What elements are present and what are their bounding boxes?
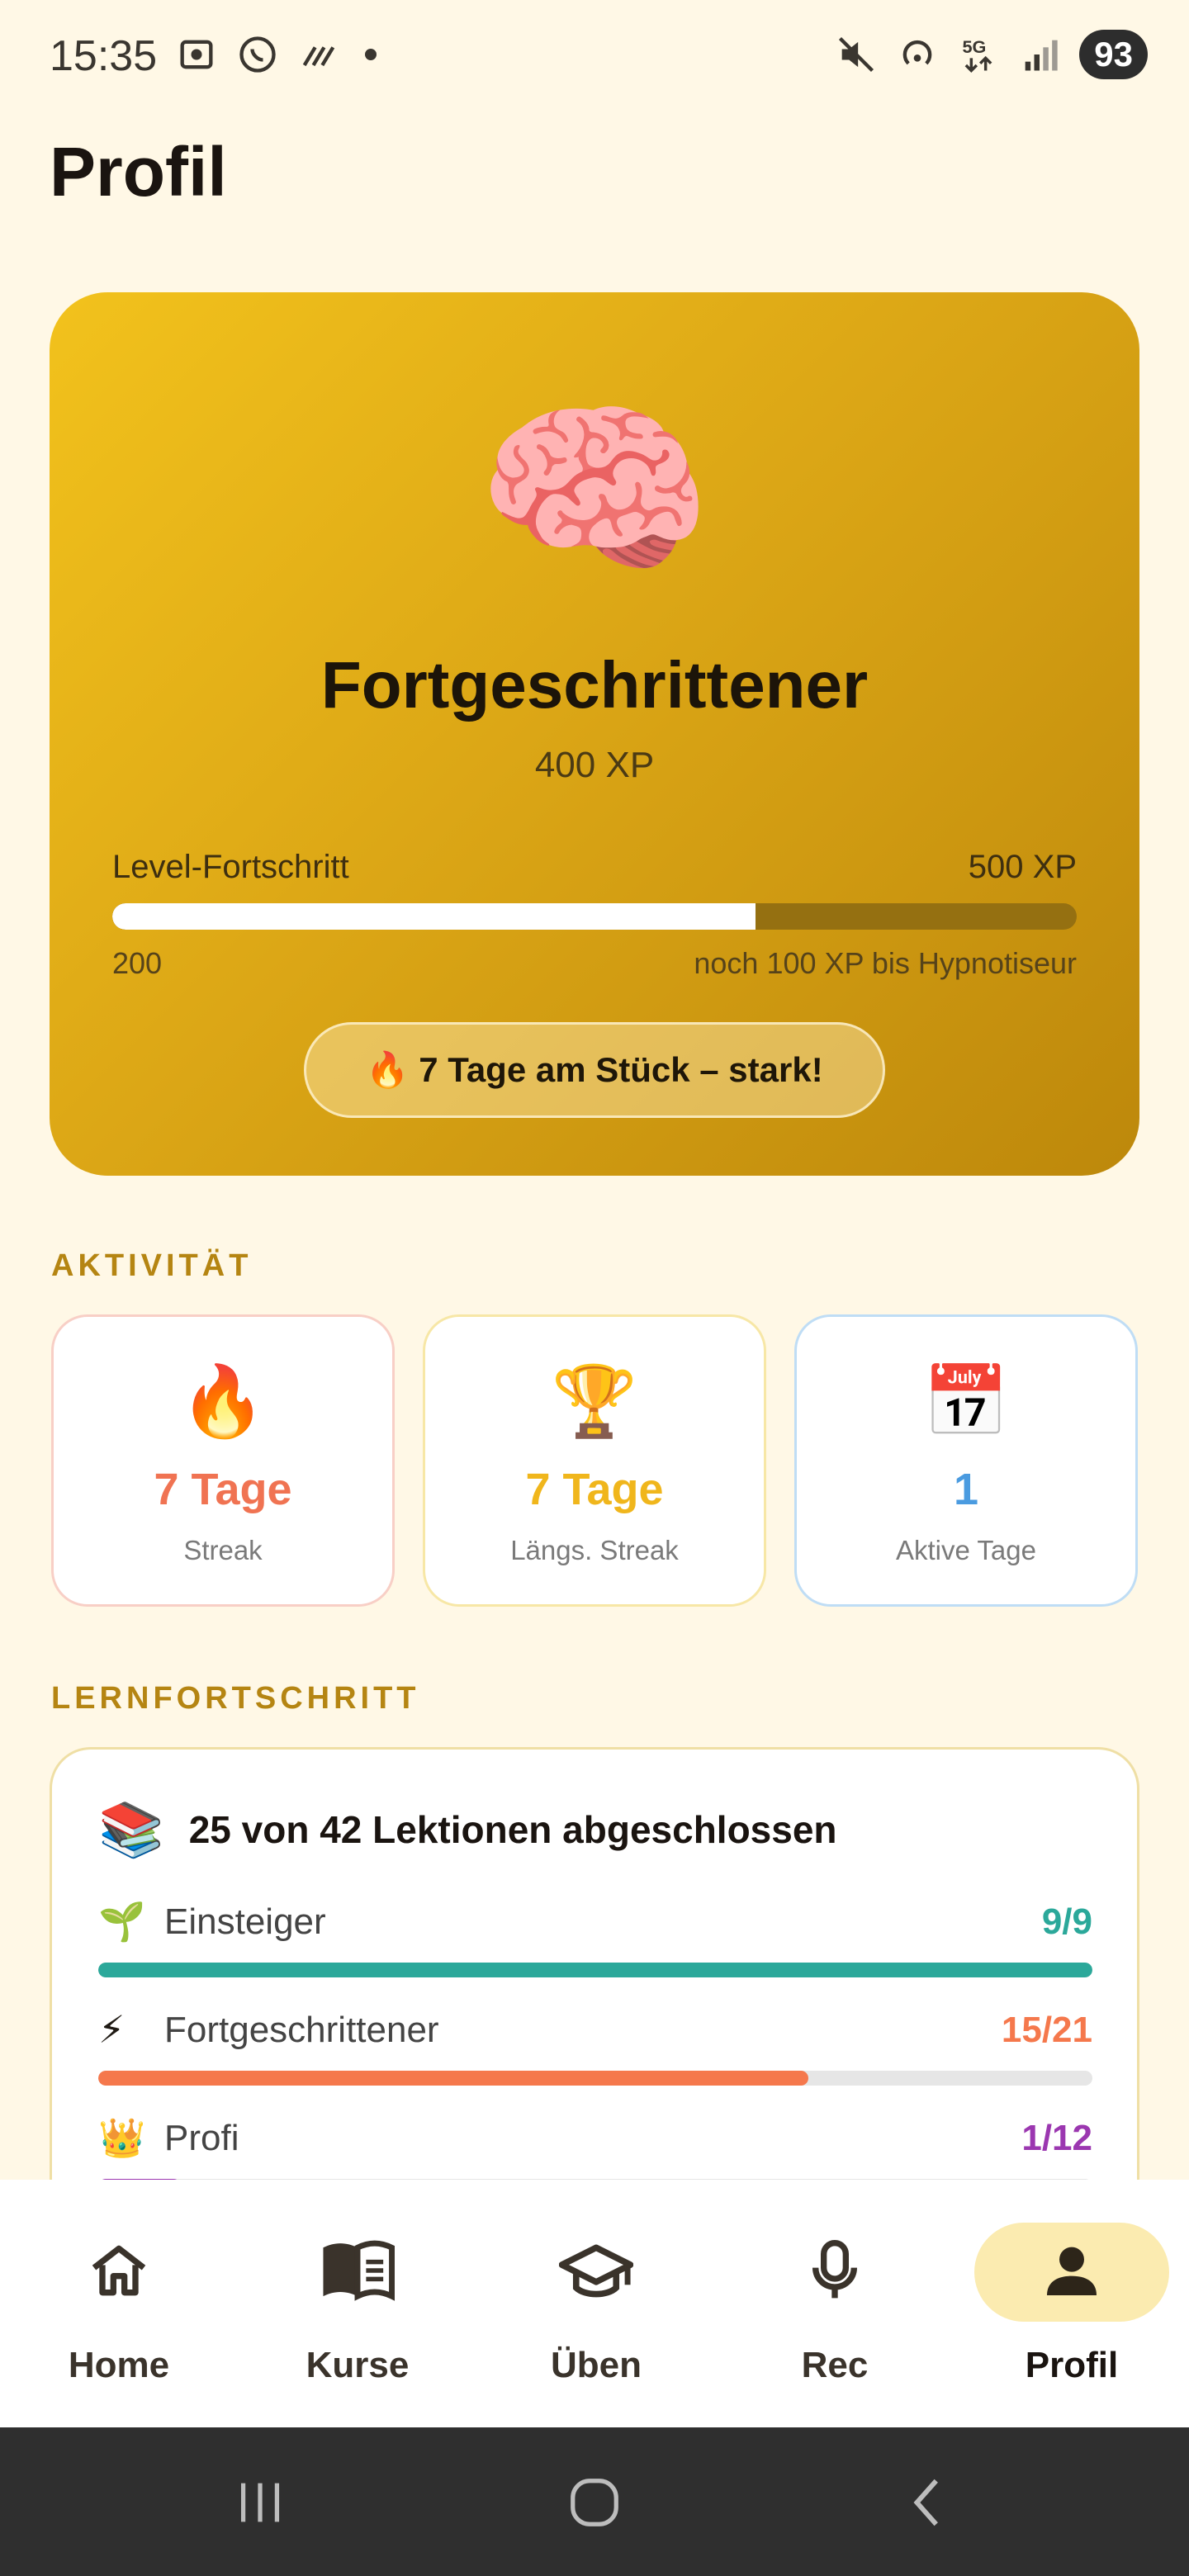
battery-indicator: 93	[1079, 30, 1148, 79]
nav-kurse[interactable]: Kurse	[258, 2221, 457, 2386]
status-bar: 15:35 5G 93	[0, 0, 1189, 116]
level-progress-remaining: noch 100 XP bis Hypnotiseur	[694, 946, 1077, 980]
longest-streak-label: Längs. Streak	[510, 1535, 679, 1565]
xp-total: 400 XP	[534, 745, 655, 785]
recents-icon[interactable]	[231, 2474, 289, 2531]
lightning-icon: ⚡	[98, 2008, 126, 2051]
course-name: Fortgeschrittener	[164, 2010, 439, 2050]
active-days-value: 1	[953, 1465, 979, 1514]
course-progress-bar	[98, 2071, 1092, 2086]
course-progress-bar	[98, 1963, 1092, 1977]
longest-streak-card: 🏆 7 Tage Längs. Streak	[423, 1314, 766, 1607]
crown-icon: 👑	[98, 2116, 146, 2159]
calendar-icon: 📅	[922, 1362, 1010, 1440]
page-title: Profil	[50, 133, 227, 211]
nav-profil[interactable]: Profil	[973, 2221, 1171, 2386]
course-count: 9/9	[1041, 1901, 1092, 1942]
course-count: 15/21	[1001, 2010, 1092, 2050]
activity-section-title: AKTIVITÄT	[51, 1248, 253, 1283]
streak-card: 🔥 7 Tage Streak	[51, 1314, 395, 1607]
microphone-icon	[812, 2240, 857, 2299]
active-days-label: Aktive Tage	[896, 1535, 1036, 1565]
status-right-icons: 5G 93	[835, 30, 1148, 79]
signal-slash-icon	[302, 46, 335, 67]
streak-badge: 🔥 7 Tage am Stück – stark!	[304, 1022, 885, 1118]
fire-icon: 🔥	[179, 1362, 267, 1440]
mute-icon	[839, 36, 874, 73]
course-progress-fill	[98, 2071, 808, 2086]
system-navigation-bar	[0, 2427, 1189, 2576]
home-icon	[92, 2245, 146, 2296]
level-progress-min: 200	[112, 946, 163, 980]
learning-summary-text: 25 von 42 Lektionen abgeschlossen	[188, 1808, 837, 1851]
course-count: 1/12	[1021, 2118, 1092, 2158]
level-progress-label: Level-Fortschritt	[112, 849, 349, 885]
longest-streak-value: 7 Tage	[525, 1465, 664, 1514]
nav-home-label: Home	[68, 2345, 170, 2385]
course-progress-fill	[98, 1963, 1092, 1977]
5g-icon: 5G	[963, 36, 992, 73]
nav-kurse-label: Kurse	[306, 2345, 410, 2385]
back-icon[interactable]	[900, 2474, 958, 2531]
status-dot	[365, 49, 377, 60]
graduation-cap-icon	[559, 2244, 633, 2298]
status-left-icons	[175, 33, 377, 76]
signal-icon	[1025, 40, 1058, 71]
screenshot-icon	[180, 40, 213, 69]
level-progress-bar	[112, 903, 1077, 930]
trophy-icon: 🏆	[551, 1362, 638, 1440]
whatsapp-icon	[239, 36, 276, 73]
nav-rec[interactable]: Rec	[736, 2221, 934, 2386]
hotspot-icon	[902, 40, 932, 65]
course-name: Einsteiger	[164, 1901, 326, 1942]
nav-home[interactable]: Home	[20, 2221, 218, 2386]
learning-section-title: LERNFORTSCHRITT	[51, 1681, 420, 1716]
learning-summary: 📚 25 von 42 Lektionen abgeschlossen	[98, 1801, 837, 1859]
level-progress-fill	[112, 903, 756, 930]
person-icon	[1047, 2247, 1097, 2295]
nav-ueben-label: Üben	[551, 2345, 642, 2385]
level-card: 🧠 Fortgeschrittener 400 XP Level-Fortsch…	[50, 292, 1139, 1176]
brain-icon: 🧠	[476, 384, 713, 596]
active-days-card: 📅 1 Aktive Tage	[794, 1314, 1138, 1607]
streak-label: Streak	[183, 1535, 263, 1565]
book-icon	[323, 2240, 395, 2301]
home-circle-icon[interactable]	[563, 2474, 626, 2531]
seedling-icon: 🌱	[98, 1900, 146, 1943]
status-time: 15:35	[50, 32, 158, 80]
svg-text:5G: 5G	[963, 36, 987, 57]
books-icon: 📚	[98, 1800, 164, 1859]
level-progress-max: 500 XP	[968, 849, 1077, 885]
level-name: Fortgeschrittener	[320, 648, 869, 722]
streak-value: 7 Tage	[154, 1465, 292, 1514]
course-name: Profi	[164, 2118, 239, 2158]
nav-profil-label: Profil	[1025, 2345, 1119, 2385]
nav-rec-label: Rec	[801, 2345, 869, 2385]
nav-ueben[interactable]: Üben	[497, 2221, 695, 2386]
